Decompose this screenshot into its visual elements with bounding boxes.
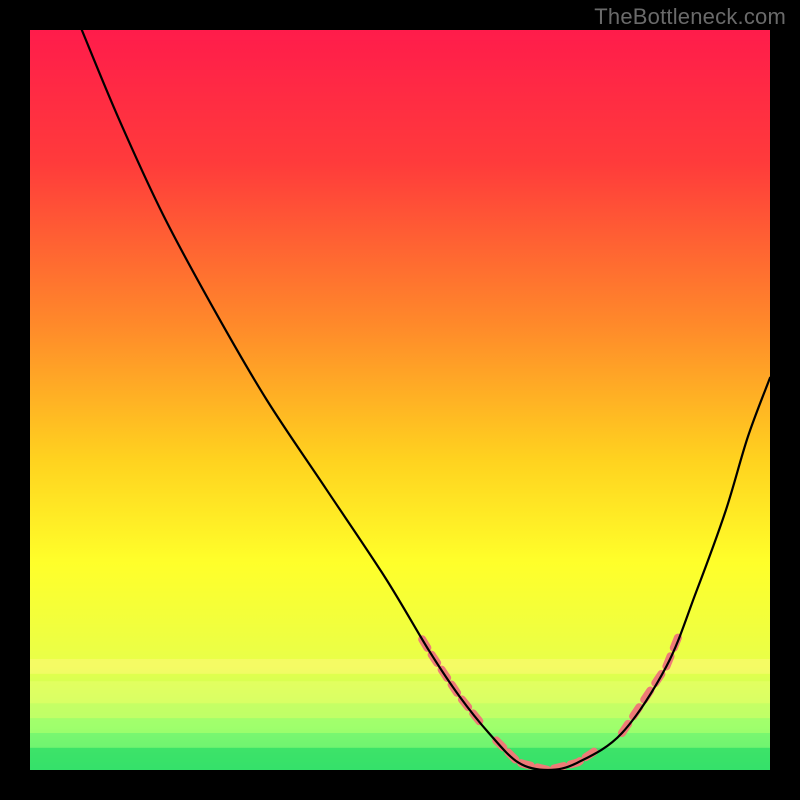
chart-frame: TheBottleneck.com <box>0 0 800 800</box>
bottom-band <box>30 703 770 718</box>
bottom-band <box>30 718 770 733</box>
bottom-band <box>30 748 770 770</box>
chart-svg <box>30 30 770 770</box>
bottom-band <box>30 733 770 748</box>
watermark-text: TheBottleneck.com <box>594 4 786 30</box>
plot-area <box>30 30 770 770</box>
